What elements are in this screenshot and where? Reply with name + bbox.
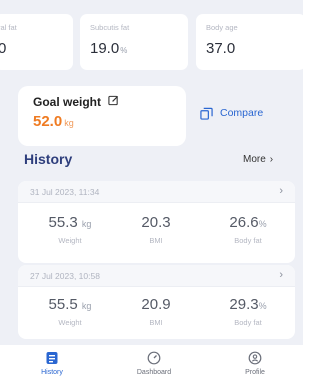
stat-value: 29.3% [208,296,288,313]
metric-label: ral fat [0,23,17,32]
metric-number: 19.0 [90,40,120,57]
stat-weight: 55.5 kg Weight [30,296,110,327]
nav-label: Dashboard [136,369,172,376]
stat-number: 55.5 [48,296,78,313]
nav-item-profile[interactable]: Profile [225,351,285,376]
stat-value: 26.6% [208,214,288,231]
stat-number: 55.3 [48,214,78,231]
more-link[interactable]: More › [243,154,273,165]
stat-number: 29.3 [229,296,259,313]
stat-label: BMI [149,236,163,245]
compare-button[interactable]: Compare [200,104,263,122]
stat-number: 26.6 [229,214,259,231]
stat-label: Body fat [234,236,262,245]
bottom-nav: History Dashboard Profile [0,345,303,389]
history-entry[interactable]: 27 Jul 2023, 10:58 › 55.5 kg Weight 20.9… [18,265,295,339]
chevron-right-icon: › [279,269,283,281]
nav-item-dashboard[interactable]: Dashboard [124,351,184,376]
stat-value: 20.9 [141,296,171,313]
stat-label: Weight [58,318,82,327]
goal-weight-title: Goal weight [33,95,102,109]
history-heading: History [24,151,73,167]
metric-label: Subcutis fat [90,23,130,32]
profile-icon [248,351,262,365]
history-icon [46,352,58,364]
nav-label: History [41,369,63,376]
stat-unit: % [258,219,267,229]
goal-weight-unit: kg [64,118,74,128]
nav-label: Profile [245,369,265,376]
chevron-right-icon: › [279,185,283,197]
nav-item-history[interactable]: History [22,351,82,376]
metrics-row: ral fat 0 Subcutis fat 19.0% Body age 37… [0,14,303,70]
compare-label: Compare [220,107,264,119]
stat-unit: kg [81,301,92,311]
metric-label: Body age [206,23,238,32]
goal-weight-number: 52.0 [33,113,63,130]
stat-label: Weight [58,236,82,245]
metric-card-subcutis-fat[interactable]: Subcutis fat 19.0% [80,14,188,70]
stat-value: 20.3 [141,214,171,231]
stat-value: 55.5 kg [30,296,110,313]
history-entry[interactable]: 31 Jul 2023, 11:34 › 55.3 kg Weight 20.3… [18,181,295,263]
stat-bmi: 20.9 BMI [116,296,196,327]
entry-header: 31 Jul 2023, 11:34 › [18,181,295,203]
entry-date: 27 Jul 2023, 10:58 [30,271,100,281]
more-label: More [243,154,266,165]
stat-label: BMI [149,318,163,327]
metric-unit: % [120,46,128,55]
dashboard-icon [147,351,161,365]
stat-weight: 55.3 kg Weight [30,214,110,245]
edit-icon[interactable] [108,95,119,106]
entry-date: 31 Jul 2023, 11:34 [30,187,100,197]
metric-card-body-age[interactable]: Body age 37.0 [196,14,303,70]
stat-label: Body fat [234,318,262,327]
metric-card-visceral-fat[interactable]: ral fat 0 [0,14,73,70]
stat-bmi: 20.3 BMI [116,214,196,245]
metric-value: 19.0% [90,40,127,57]
metric-value: 0 [0,40,7,57]
goal-weight-card[interactable]: Goal weight 52.0 kg [18,86,186,146]
chevron-right-icon: › [269,154,274,165]
stat-unit: % [258,301,267,311]
goal-weight-value: 52.0 kg [33,113,74,130]
compare-icon [200,107,213,120]
stat-body-fat: 26.6% Body fat [208,214,288,245]
stat-value: 55.3 kg [30,214,110,231]
entry-header: 27 Jul 2023, 10:58 › [18,265,295,287]
metric-value: 37.0 [206,40,236,57]
stat-unit: kg [81,219,92,229]
app-screen: ral fat 0 Subcutis fat 19.0% Body age 37… [0,0,303,389]
stat-body-fat: 29.3% Body fat [208,296,288,327]
